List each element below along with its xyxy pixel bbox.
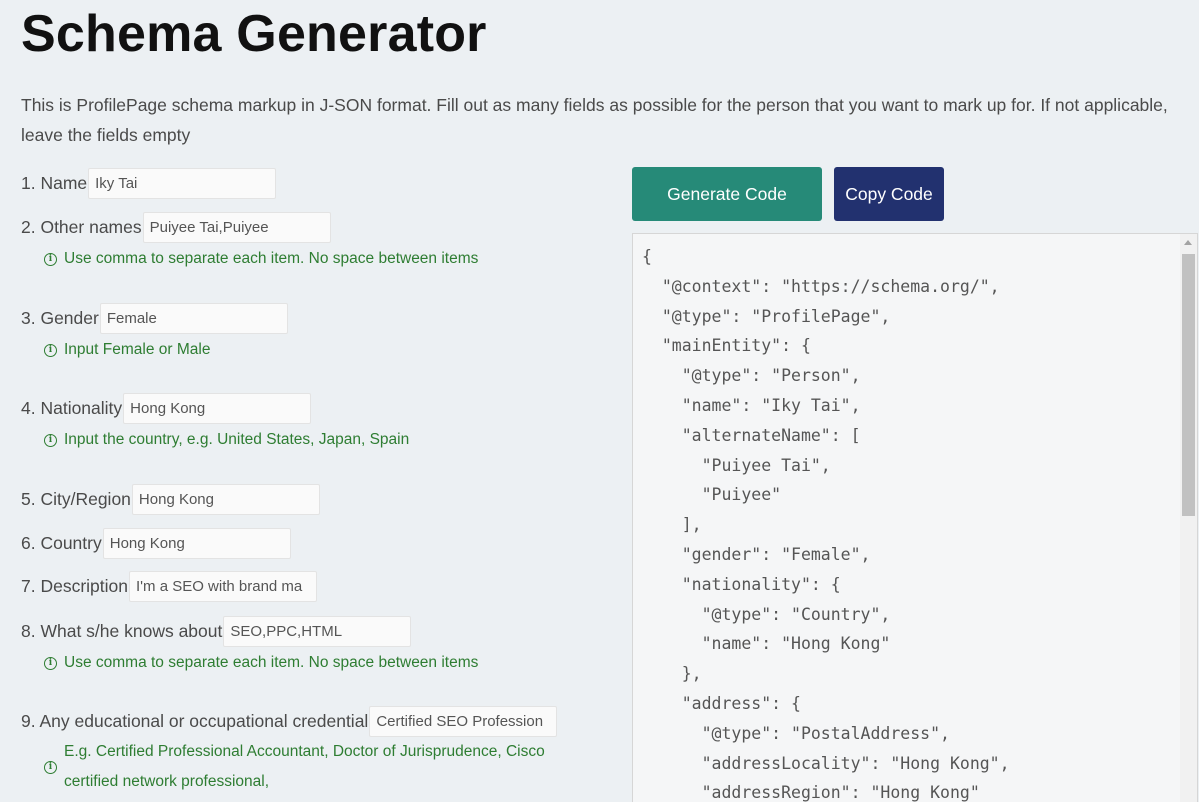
info-icon: i [44,433,57,447]
code-line: "gender": "Female", [642,544,871,564]
info-icon: i [44,656,57,670]
credential-label: 9. Any educational or occupational crede… [21,710,369,731]
nationality-hint-text: Input the country, e.g. United States, J… [64,431,410,448]
knows-about-label: 8. What s/he knows about [21,620,223,641]
nationality-input[interactable] [123,392,312,424]
gender-input[interactable] [99,302,288,334]
code-line: "Puiyee" [642,485,782,505]
gender-hint-text: Input Female or Male [64,341,211,358]
country-row: 6. Country [21,527,291,559]
scroll-thumb[interactable] [1182,254,1195,516]
gender-label: 3. Gender [21,307,99,328]
page-title: Schema Generator [21,5,487,63]
name-input[interactable] [88,167,277,199]
credential-row: 9. Any educational or occupational crede… [21,705,558,737]
description-row: 7. Description [21,570,317,602]
code-line: "@type": "Country", [642,604,891,624]
credential-input[interactable] [369,705,558,737]
code-line: "@type": "PostalAddress", [642,723,950,743]
code-line: "@context": "https://schema.org/", [642,276,1000,296]
code-line: "addressLocality": "Hong Kong", [642,753,1010,773]
copy-code-button[interactable]: Copy Code [834,167,944,221]
code-line: "addressRegion": "Hong Kong" [642,783,980,802]
code-line: "@type": "ProfilePage", [642,306,891,326]
city-region-input[interactable] [131,483,320,515]
code-line: "Puiyee Tai", [642,455,831,475]
country-label: 6. Country [21,532,102,553]
info-icon: i [44,343,57,357]
code-line: "alternateName": [ [642,425,861,445]
credential-hint-text: E.g. Certified Professional Accountant, … [64,743,545,790]
code-line: "name": "Iky Tai", [642,395,861,415]
other-names-row: 2. Other names [21,211,331,243]
code-output: { "@context": "https://schema.org/", "@t… [642,242,1010,802]
description-label: 7. Description [21,575,128,596]
credential-hint: i E.g. Certified Professional Accountant… [44,737,584,797]
city-region-label: 5. City/Region [21,488,131,509]
code-output-box[interactable]: { "@context": "https://schema.org/", "@t… [632,233,1198,802]
info-icon: i [44,252,57,266]
code-line: "@type": "Person", [642,366,861,386]
knows-about-row: 8. What s/he knows about [21,615,412,647]
other-names-hint: i Use comma to separate each item. No sp… [44,244,478,274]
code-line: ], [642,515,702,535]
code-line: "mainEntity": { [642,336,811,356]
info-icon: i [44,760,57,774]
name-label: 1. Name [21,172,88,193]
code-line: { [642,247,652,266]
description-input[interactable] [129,570,317,602]
generate-code-button[interactable]: Generate Code [632,167,822,221]
code-line: }, [642,664,702,684]
knows-about-hint-text: Use comma to separate each item. No spac… [64,654,479,671]
other-names-input[interactable] [142,211,331,243]
knows-about-input[interactable] [223,615,412,647]
name-row: 1. Name [21,167,277,199]
other-names-hint-text: Use comma to separate each item. No spac… [64,250,479,267]
other-names-label: 2. Other names [21,216,142,237]
nationality-row: 4. Nationality [21,392,312,424]
nationality-hint: i Input the country, e.g. United States,… [44,425,409,455]
code-line: "nationality": { [642,574,841,594]
gender-row: 3. Gender [21,302,288,334]
scroll-up-icon[interactable] [1184,240,1192,245]
code-line: "address": { [642,693,801,713]
city-region-row: 5. City/Region [21,483,320,515]
scrollbar[interactable] [1180,234,1197,802]
gender-hint: i Input Female or Male [44,335,210,365]
nationality-label: 4. Nationality [21,397,123,418]
intro-text: This is ProfilePage schema markup in J-S… [21,95,1168,145]
country-input[interactable] [102,527,291,559]
knows-about-hint: i Use comma to separate each item. No sp… [44,648,478,678]
code-line: "name": "Hong Kong" [642,634,891,654]
